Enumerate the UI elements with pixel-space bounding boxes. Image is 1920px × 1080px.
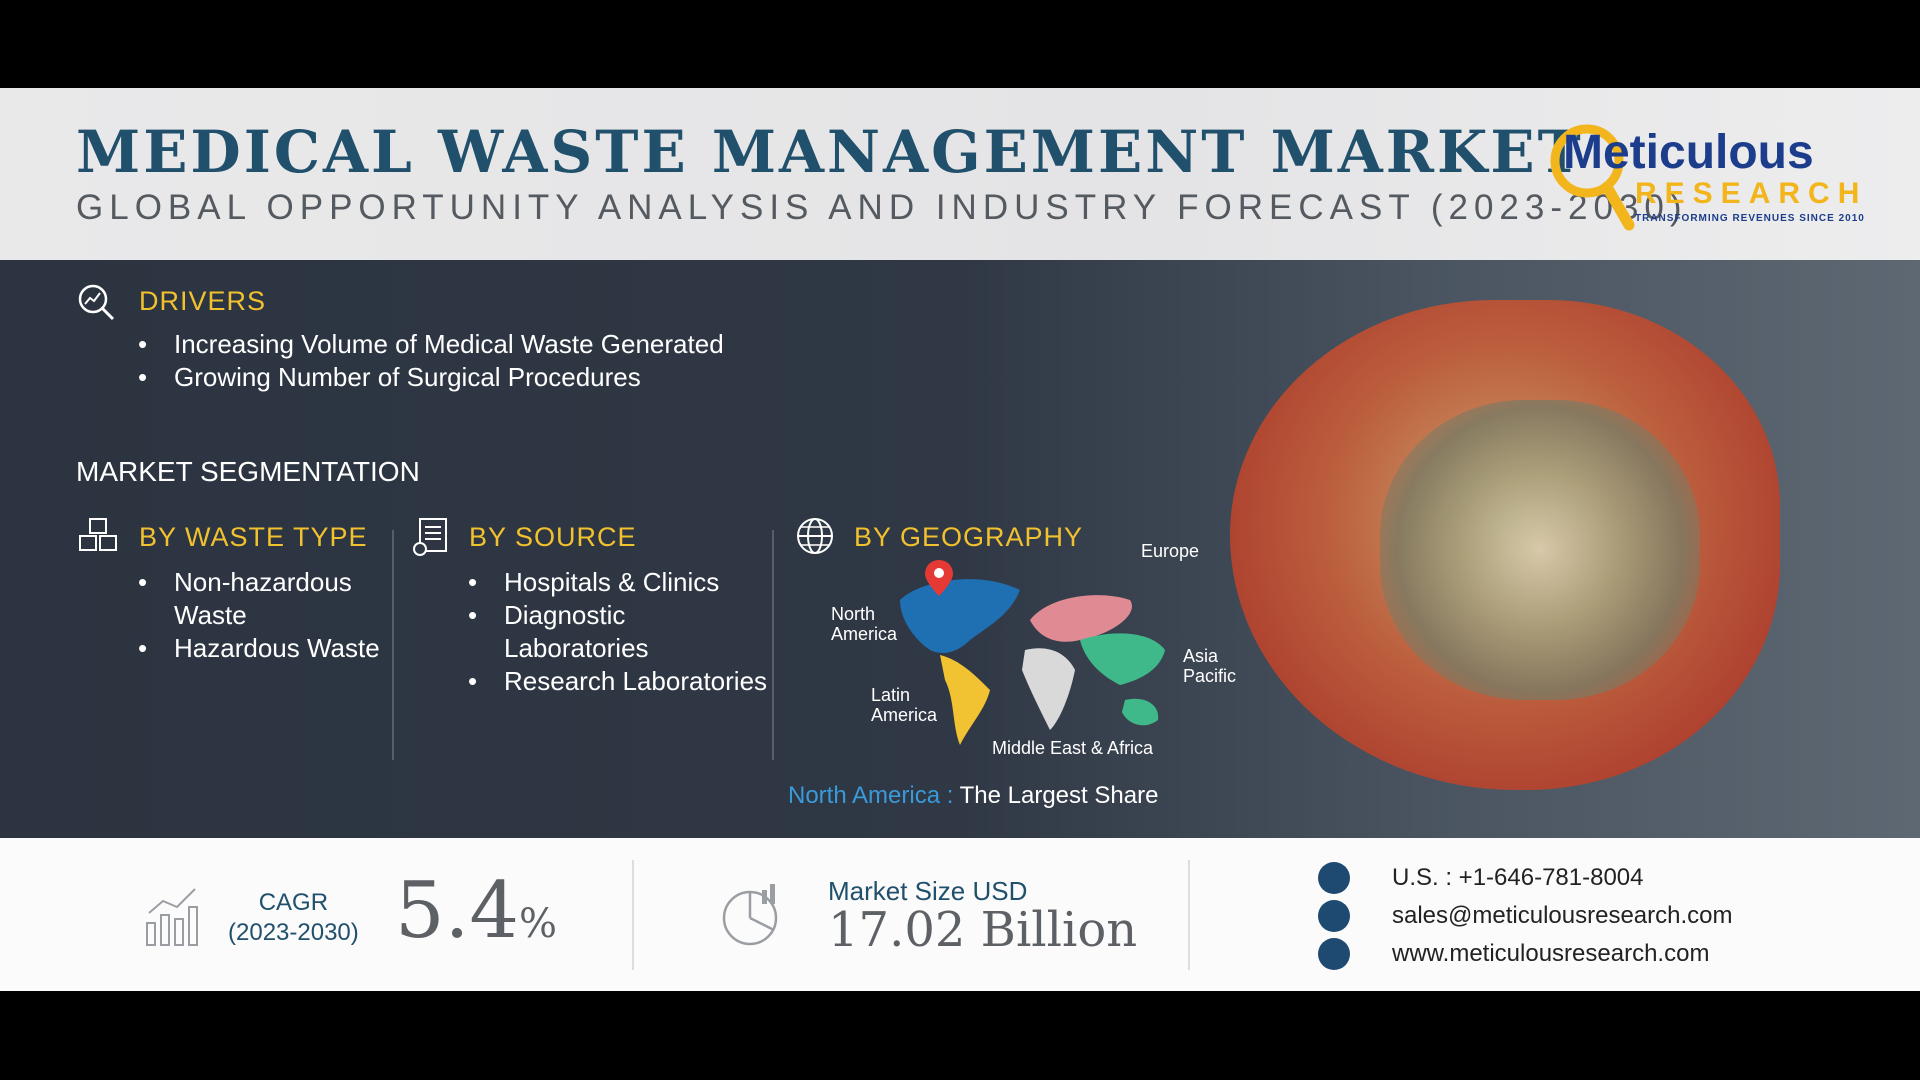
email-icon (1318, 900, 1350, 932)
cagr-unit: % (519, 901, 558, 947)
africa-region (1022, 648, 1075, 730)
footer-bar: CAGR (2023-2030) 5.4% Market Size USD 17… (0, 838, 1920, 991)
phone-icon (1318, 862, 1350, 894)
australia-region (1122, 698, 1159, 726)
list-item: Diagnostic Laboratories (468, 599, 768, 665)
region-label-asia-pacific: Asia Pacific (1183, 646, 1237, 686)
list-item: Research Laboratories (468, 665, 768, 698)
region-label-mea: Middle East & Africa (992, 738, 1154, 758)
list-item: Hazardous Waste (138, 632, 388, 665)
cagr-title: CAGR (258, 889, 329, 916)
source-list: Hospitals & Clinics Diagnostic Laborator… (468, 566, 768, 698)
source-label: BY SOURCE (469, 522, 637, 552)
region-label-latin-america: Latin America (871, 685, 938, 725)
pie-chart-icon (722, 884, 778, 946)
page-title: MEDICAL WASTE MANAGEMENT MARKET (76, 118, 1584, 186)
divider (632, 860, 634, 970)
list-item: Hospitals & Clinics (468, 566, 768, 599)
list-item: Non-hazardous Waste (138, 566, 388, 632)
list-item: Increasing Volume of Medical Waste Gener… (138, 328, 724, 361)
drivers-label: DRIVERS (139, 286, 267, 316)
list-item: Growing Number of Surgical Procedures (138, 361, 724, 394)
region-label-europe: Europe (1141, 541, 1200, 561)
divider (772, 530, 774, 760)
header-banner: MEDICAL WASTE MANAGEMENT MARKET GLOBAL O… (0, 88, 1920, 260)
document-gear-icon (413, 518, 447, 556)
logo-tagline: TRANSFORMING REVENUES SINCE 2010 (1635, 213, 1865, 224)
page-subtitle: GLOBAL OPPORTUNITY ANALYSIS AND INDUSTRY… (76, 188, 1688, 227)
waste-contents-image (1380, 400, 1700, 700)
analysis-magnifier-icon (78, 284, 115, 321)
cagr-value: 5.4% (395, 866, 557, 956)
website-link[interactable]: www.meticulousresearch.com (1392, 940, 1709, 968)
boxes-icon (79, 518, 117, 551)
drivers-list: Increasing Volume of Medical Waste Gener… (138, 328, 724, 394)
segmentation-title: MARKET SEGMENTATION (76, 456, 420, 487)
waste-type-label: BY WASTE TYPE (139, 522, 368, 552)
divider (392, 530, 394, 760)
share-text: The Largest Share (959, 782, 1159, 809)
waste-type-list: Non-hazardous Waste Hazardous Waste (138, 566, 388, 665)
company-logo: Meticulous RESEARCH TRANSFORMING REVENUE… (1545, 113, 1865, 243)
email-link[interactable]: sales@meticulousresearch.com (1392, 902, 1733, 930)
bar-chart-icon (146, 888, 198, 946)
market-size-value: 17.02 Billion (828, 902, 1138, 958)
phone-number[interactable]: U.S. : +1-646-781-8004 (1392, 864, 1644, 892)
cagr-label: CAGR (2023-2030) (228, 888, 359, 948)
divider (1188, 860, 1190, 970)
cagr-period: (2023-2030) (228, 919, 359, 946)
logo-wordmark: Meticulous (1563, 126, 1814, 179)
content-panel: DRIVERS Increasing Volume of Medical Was… (0, 260, 1920, 838)
asia-pacific-region (1080, 633, 1165, 685)
logo-research: RESEARCH (1635, 177, 1868, 210)
region-label-north-america: North America (831, 604, 898, 644)
cagr-number: 5.4 (395, 866, 520, 956)
infographic: MEDICAL WASTE MANAGEMENT MARKET GLOBAL O… (0, 88, 1920, 991)
globe-icon (797, 518, 833, 554)
website-globe-icon (1318, 938, 1350, 970)
share-region: North America : (788, 782, 954, 809)
largest-share-callout: North America : The Largest Share (788, 782, 1158, 810)
geography-label: BY GEOGRAPHY (854, 522, 1084, 552)
